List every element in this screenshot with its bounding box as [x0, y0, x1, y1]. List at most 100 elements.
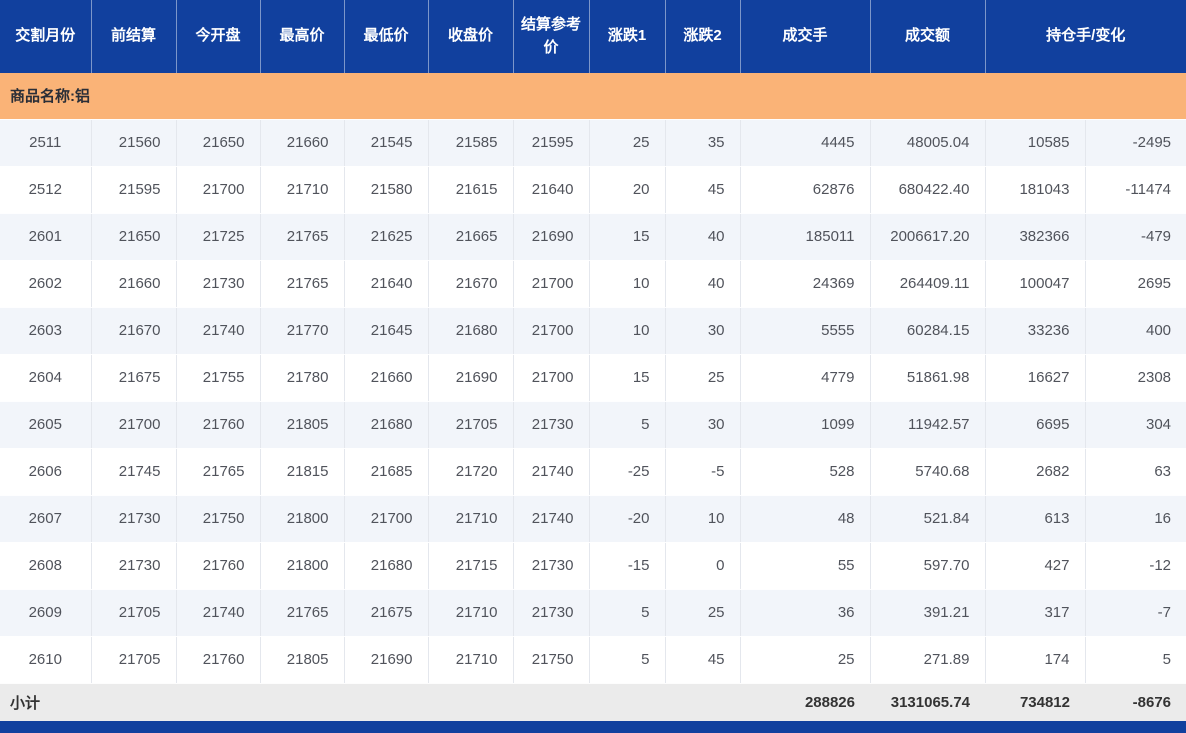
table-row: 2605217002176021805216802170521730530109…: [0, 401, 1186, 448]
value-cell: 60284.15: [870, 307, 985, 354]
value-cell: 5555: [740, 307, 870, 354]
value-cell: 5: [589, 401, 665, 448]
table-row: 2602216602173021765216402167021700104024…: [0, 260, 1186, 307]
value-cell: 2682: [985, 448, 1085, 495]
table-row: 2609217052174021765216752171021730525363…: [0, 589, 1186, 636]
delivery-month-cell: 2608: [0, 542, 91, 589]
value-cell: 613: [985, 495, 1085, 542]
value-cell: 21595: [91, 166, 176, 213]
value-cell: 51861.98: [870, 354, 985, 401]
table-row: 2512215952170021710215802161521640204562…: [0, 166, 1186, 213]
value-cell: 4445: [740, 119, 870, 166]
subtotal-open-interest: 734812: [985, 683, 1085, 721]
value-cell: 21755: [176, 354, 260, 401]
value-cell: 21705: [91, 636, 176, 683]
table-body: 商品名称:铝 251121560216502166021545215852159…: [0, 73, 1186, 721]
value-cell: 21730: [91, 495, 176, 542]
value-cell: 21745: [91, 448, 176, 495]
value-cell: 0: [665, 542, 740, 589]
commodity-name-label: 商品名称:铝: [0, 73, 1186, 119]
value-cell: 5: [589, 636, 665, 683]
delivery-month-cell: 2601: [0, 213, 91, 260]
value-cell: -2495: [1085, 119, 1186, 166]
value-cell: 21765: [260, 213, 344, 260]
value-cell: 21710: [428, 636, 513, 683]
value-cell: 21625: [344, 213, 428, 260]
table-row: 2610217052176021805216902171021750545252…: [0, 636, 1186, 683]
value-cell: 21680: [428, 307, 513, 354]
value-cell: 21690: [428, 354, 513, 401]
value-cell: 21740: [176, 589, 260, 636]
value-cell: 174: [985, 636, 1085, 683]
value-cell: -7: [1085, 589, 1186, 636]
table-row: 2606217452176521815216852172021740-25-55…: [0, 448, 1186, 495]
value-cell: 45: [665, 166, 740, 213]
value-cell: 21660: [260, 119, 344, 166]
value-cell: 21805: [260, 636, 344, 683]
value-cell: 36: [740, 589, 870, 636]
value-cell: 21700: [513, 260, 589, 307]
value-cell: 21700: [513, 307, 589, 354]
value-cell: 21585: [428, 119, 513, 166]
col-prev-settlement: 前结算: [91, 0, 176, 73]
value-cell: 21765: [260, 589, 344, 636]
value-cell: 21730: [513, 542, 589, 589]
value-cell: 15: [589, 213, 665, 260]
value-cell: 21705: [91, 589, 176, 636]
col-turnover: 成交额: [870, 0, 985, 73]
col-change2: 涨跌2: [665, 0, 740, 73]
value-cell: 21710: [428, 589, 513, 636]
value-cell: 5: [1085, 636, 1186, 683]
value-cell: 427: [985, 542, 1085, 589]
value-cell: 21580: [344, 166, 428, 213]
value-cell: 21670: [428, 260, 513, 307]
subtotal-turnover: 3131065.74: [870, 683, 985, 721]
value-cell: 21700: [176, 166, 260, 213]
value-cell: 400: [1085, 307, 1186, 354]
value-cell: 21675: [91, 354, 176, 401]
value-cell: 62876: [740, 166, 870, 213]
table-row: 2603216702174021770216452168021700103055…: [0, 307, 1186, 354]
value-cell: 21760: [176, 636, 260, 683]
value-cell: 21725: [176, 213, 260, 260]
value-cell: 20: [589, 166, 665, 213]
value-cell: 21765: [260, 260, 344, 307]
value-cell: 48005.04: [870, 119, 985, 166]
value-cell: 21740: [176, 307, 260, 354]
value-cell: 1099: [740, 401, 870, 448]
table-row: 2604216752175521780216602169021700152547…: [0, 354, 1186, 401]
value-cell: 21730: [513, 589, 589, 636]
value-cell: 16: [1085, 495, 1186, 542]
value-cell: 21710: [428, 495, 513, 542]
col-close: 收盘价: [428, 0, 513, 73]
value-cell: -20: [589, 495, 665, 542]
value-cell: 21645: [344, 307, 428, 354]
value-cell: 25: [665, 354, 740, 401]
value-cell: 63: [1085, 448, 1186, 495]
delivery-month-cell: 2607: [0, 495, 91, 542]
col-change1: 涨跌1: [589, 0, 665, 73]
value-cell: 185011: [740, 213, 870, 260]
futures-quotes-table: 交割月份 前结算 今开盘 最高价 最低价 收盘价 结算参考价 涨跌1 涨跌2 成…: [0, 0, 1186, 721]
value-cell: 21740: [513, 495, 589, 542]
subtotal-label: 小计: [0, 683, 740, 721]
delivery-month-cell: 2606: [0, 448, 91, 495]
value-cell: 304: [1085, 401, 1186, 448]
value-cell: 21665: [428, 213, 513, 260]
value-cell: 21690: [513, 213, 589, 260]
value-cell: 21545: [344, 119, 428, 166]
value-cell: 21800: [260, 542, 344, 589]
value-cell: 21765: [176, 448, 260, 495]
value-cell: -12: [1085, 542, 1186, 589]
value-cell: 21560: [91, 119, 176, 166]
col-open-interest-change: 持仓手/变化: [985, 0, 1186, 73]
value-cell: 100047: [985, 260, 1085, 307]
header-row: 交割月份 前结算 今开盘 最高价 最低价 收盘价 结算参考价 涨跌1 涨跌2 成…: [0, 0, 1186, 73]
value-cell: 21705: [428, 401, 513, 448]
value-cell: 35: [665, 119, 740, 166]
value-cell: 528: [740, 448, 870, 495]
value-cell: 271.89: [870, 636, 985, 683]
value-cell: 21760: [176, 401, 260, 448]
value-cell: 25: [740, 636, 870, 683]
value-cell: 21650: [91, 213, 176, 260]
